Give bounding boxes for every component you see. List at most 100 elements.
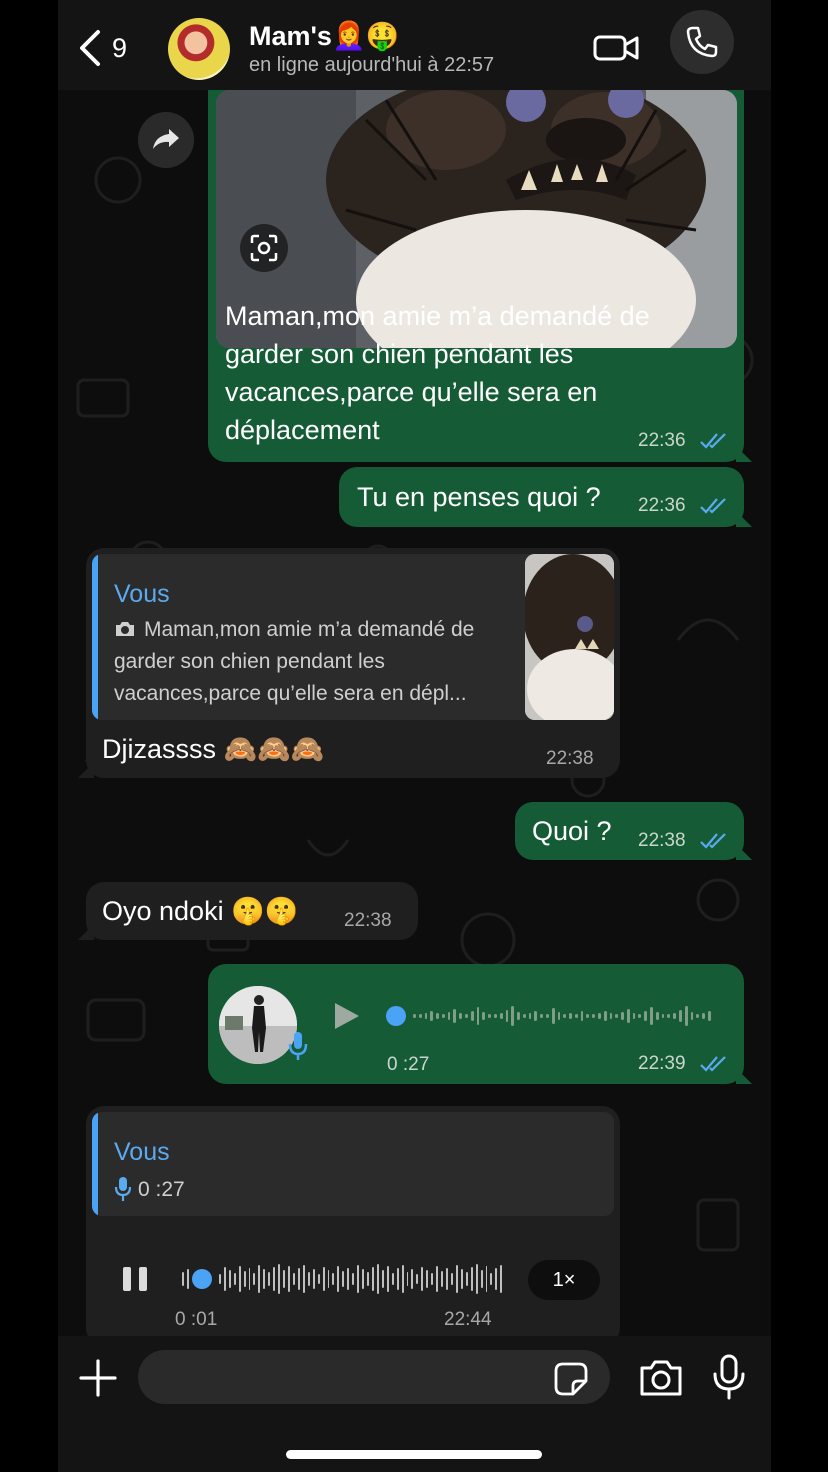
waveform-bar	[673, 1013, 676, 1019]
waveform-bar	[476, 1007, 480, 1025]
forward-icon	[153, 129, 179, 149]
scan-icon	[250, 234, 278, 262]
waveform-bar	[258, 1265, 261, 1293]
play-icon[interactable]	[332, 1000, 362, 1032]
unread-count: 9	[112, 32, 128, 63]
waveform-bar	[455, 1265, 458, 1293]
quoted-message[interactable]: Vous Maman,mon amie m’a demandé de garde…	[92, 554, 614, 720]
voice-message-incoming-reply[interactable]: Vous 0 :27 0 :01 22:44	[86, 1106, 620, 1346]
waveform-bar	[482, 1012, 486, 1020]
read-receipt-icon	[700, 498, 726, 514]
waveform-bar	[352, 1273, 355, 1285]
waveform-bar	[182, 1272, 184, 1286]
message-time: 22:38	[546, 748, 594, 769]
waveform-bar	[332, 1273, 335, 1285]
waveform-bar	[598, 1013, 601, 1019]
waveform-bar	[436, 1266, 439, 1292]
waveform-bar	[263, 1269, 266, 1289]
waveform-bar	[661, 1014, 665, 1018]
waveform-bar	[638, 1014, 642, 1018]
waveform-bar	[632, 1013, 636, 1019]
message-time: 22:36	[638, 495, 686, 516]
contact-name[interactable]: Mam's👩‍🦰🤑	[249, 20, 399, 52]
waveform-bar	[505, 1010, 509, 1022]
back-chevron-icon	[80, 30, 100, 66]
playhead-dot[interactable]	[386, 1006, 406, 1026]
quote-text: Maman,mon amie m’a demandé de garder son…	[114, 614, 514, 710]
waveform-bar	[436, 1013, 439, 1019]
quote-line: vacances,parce qu’elle sera en dépl...	[114, 682, 467, 705]
waveform-bar	[511, 1006, 515, 1026]
waveform-bar	[574, 1014, 578, 1018]
waveform-bar	[609, 1013, 613, 1019]
playback-speed-button[interactable]: 1×	[528, 1260, 600, 1300]
playhead-dot[interactable]	[191, 1269, 212, 1289]
waveform-bar	[273, 1267, 276, 1291]
waveform-bar	[322, 1267, 325, 1291]
message-text: Oyo ndoki 🤫🤫	[102, 896, 299, 926]
waveform-bar	[401, 1265, 404, 1293]
waveform-bar	[569, 1013, 572, 1019]
message-incoming-reply[interactable]: Vous Maman,mon amie m’a demandé de garde…	[86, 548, 620, 778]
voice-message-outgoing[interactable]: 0 :27 22:39	[208, 964, 744, 1084]
quote-author: Vous	[114, 1138, 170, 1166]
voice-call-button[interactable]	[670, 10, 734, 74]
waveform-bar	[367, 1272, 369, 1286]
waveform-bar	[446, 1268, 448, 1290]
waveform-bar	[528, 1013, 532, 1019]
waveform-bar	[603, 1011, 607, 1021]
waveform-bar	[337, 1266, 340, 1292]
message-incoming[interactable]: Oyo ndoki 🤫🤫 22:38	[86, 882, 418, 940]
waveform-bar	[655, 1012, 659, 1020]
waveform-bar	[563, 1014, 567, 1018]
forward-button[interactable]	[138, 112, 194, 168]
message-input[interactable]	[138, 1350, 610, 1404]
waveform-bar	[297, 1268, 300, 1290]
camera-icon[interactable]	[638, 1358, 684, 1398]
visual-lookup-button[interactable]	[240, 224, 288, 272]
back-button[interactable]: 9	[78, 28, 127, 68]
mic-small-icon	[114, 1177, 132, 1201]
message-time: 22:39	[638, 1053, 686, 1074]
message-photo-outgoing[interactable]: Maman,mon amie m’a demandé de garder son…	[208, 60, 744, 462]
mic-icon[interactable]	[712, 1354, 746, 1400]
waveform-bar	[480, 1270, 483, 1288]
contact-avatar[interactable]	[168, 18, 230, 80]
waveform-bar	[327, 1270, 330, 1288]
waveform-bar	[485, 1266, 488, 1292]
waveform-bar	[621, 1012, 624, 1020]
quote-thumbnail	[525, 554, 614, 720]
waveform-bar	[626, 1009, 630, 1023]
waveform-bar	[248, 1268, 251, 1290]
read-receipt-icon	[700, 833, 726, 849]
sticker-icon[interactable]	[554, 1362, 588, 1396]
plus-icon[interactable]	[78, 1358, 118, 1398]
waveform-bar	[707, 1011, 711, 1021]
message-time: 22:36	[638, 430, 686, 451]
sender-avatar	[219, 986, 297, 1064]
waveform-bar	[488, 1014, 491, 1018]
message-time: 22:44	[444, 1309, 492, 1330]
waveform-bar	[288, 1266, 290, 1292]
waveform-bar	[490, 1273, 493, 1285]
waveform-bar	[228, 1270, 231, 1288]
waveform-bar	[696, 1014, 700, 1018]
waveform-bar	[421, 1267, 424, 1291]
waveform-bar	[342, 1271, 345, 1287]
message-outgoing[interactable]: Quoi ? 22:38	[515, 802, 744, 860]
voice-waveform[interactable]	[386, 1002, 711, 1030]
voice-waveform[interactable]	[182, 1264, 503, 1294]
voice-elapsed: 0 :01	[175, 1309, 218, 1330]
video-camera-icon[interactable]	[592, 30, 640, 66]
read-receipt-icon	[700, 1056, 726, 1072]
waveform-bar	[465, 1272, 468, 1286]
waveform-bar	[586, 1014, 590, 1018]
waveform-bar	[278, 1264, 281, 1294]
message-outgoing[interactable]: Tu en penses quoi ? 22:36	[339, 467, 744, 527]
waveform-bar	[431, 1273, 434, 1285]
waveform-bar	[644, 1011, 648, 1021]
quoted-voice-message[interactable]: Vous 0 :27	[92, 1112, 614, 1216]
pause-icon[interactable]	[120, 1264, 150, 1294]
waveform-bar	[430, 1011, 434, 1021]
waveform-bar	[667, 1014, 671, 1018]
